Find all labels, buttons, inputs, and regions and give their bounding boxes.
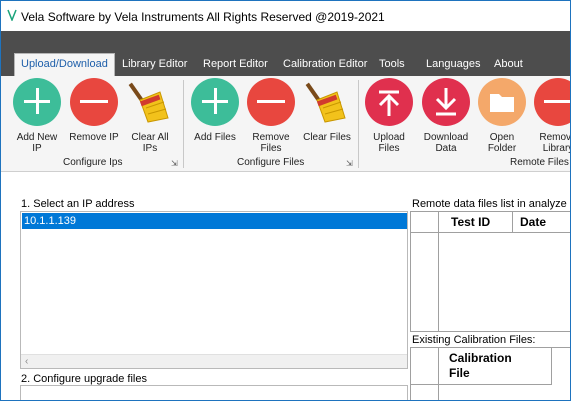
remove-library-button[interactable]: Remove Library [530,78,571,154]
button-label: Remove Files [252,132,290,154]
tab-about[interactable]: About [488,54,529,76]
tab-report-editor[interactable]: Report Editor [197,54,274,76]
folder-icon [478,78,526,126]
select-ip-label: 1. Select an IP address [21,198,135,210]
button-label: Clear Files [303,132,351,143]
grid-row-header [411,348,439,400]
open-folder-button[interactable]: Open Folder [474,78,530,154]
button-label: Remove IP [69,132,119,143]
tab-languages[interactable]: Languages [420,54,486,76]
group-separator [358,80,359,168]
column-header-test-id[interactable]: Test ID [451,215,490,230]
upload-icon [365,78,413,126]
remove-files-button[interactable]: Remove Files [243,78,299,154]
button-label: Open Folder [487,132,517,154]
button-label: Remove Library [539,132,571,154]
clear-files-button[interactable]: Clear Files [299,78,355,143]
button-label: Add Files [194,132,236,143]
upgrade-files-panel[interactable] [20,385,408,400]
add-new-ip-button[interactable]: Add New IP [9,78,65,154]
add-files-button[interactable]: Add Files [187,78,243,143]
header-divider [411,232,570,233]
minus-icon [247,78,295,126]
plus-icon [191,78,239,126]
upload-files-button[interactable]: Upload Files [361,78,417,154]
broom-icon [303,78,351,126]
grid-row-header [411,212,439,331]
download-icon [422,78,470,126]
app-window: Vela Software by Vela Instruments All Ri… [0,0,571,401]
clear-all-ips-button[interactable]: Clear All IPs [122,78,178,154]
column-divider [512,212,513,232]
remote-files-grid[interactable]: Test ID Date [410,211,570,332]
remove-ip-button[interactable]: Remove IP [66,78,122,143]
minus-icon [534,78,570,126]
title-bar: Vela Software by Vela Instruments All Ri… [1,0,570,31]
calibration-files-label: Existing Calibration Files: [412,334,536,346]
button-label: Download Data [423,132,469,154]
ip-list-item-selected[interactable]: 10.1.1.139 [22,213,407,229]
tab-calibration-editor[interactable]: Calibration Editor [277,54,373,76]
download-data-button[interactable]: Download Data [418,78,474,154]
ribbon-panel: Add New IP Remove IP Clear All IPs Confi… [1,76,571,172]
tab-tools[interactable]: Tools [373,54,411,76]
ribbon-tab-bar: Upload/Download Library Editor Report Ed… [1,31,570,76]
button-label: Clear All IPs [131,132,169,154]
group-separator [183,80,184,168]
dialog-launcher-icon[interactable]: ⇲ [171,159,178,168]
button-label: Upload Files [373,132,405,154]
group-label-remote-files: Remote Files C [510,157,570,168]
group-label-configure-ips: Configure Ips [63,157,123,168]
header-divider [411,384,552,385]
window-title: Vela Software by Vela Instruments All Ri… [21,10,385,24]
group-label-configure-files: Configure Files [237,157,305,168]
button-label: Add New IP [16,132,58,154]
app-logo-icon [7,9,17,24]
configure-upgrade-label: 2. Configure upgrade files [21,373,147,385]
plus-icon [13,78,61,126]
horizontal-scrollbar[interactable]: ‹ [21,354,407,368]
column-divider [551,348,552,384]
tab-upload-download[interactable]: Upload/Download [14,53,115,76]
calibration-files-grid[interactable]: Calibration File [410,347,570,400]
column-header-calibration-file[interactable]: Calibration File [449,351,512,381]
remote-files-label: Remote data files list in analyze [412,198,567,210]
column-header-date[interactable]: Date [520,215,546,230]
ip-address-list[interactable]: 10.1.1.139 ‹ [20,211,408,369]
dialog-launcher-icon[interactable]: ⇲ [346,159,353,168]
minus-icon [70,78,118,126]
scroll-left-icon[interactable]: ‹ [25,355,28,369]
content-area [1,172,570,198]
broom-icon [126,78,174,126]
tab-library-editor[interactable]: Library Editor [116,54,193,76]
